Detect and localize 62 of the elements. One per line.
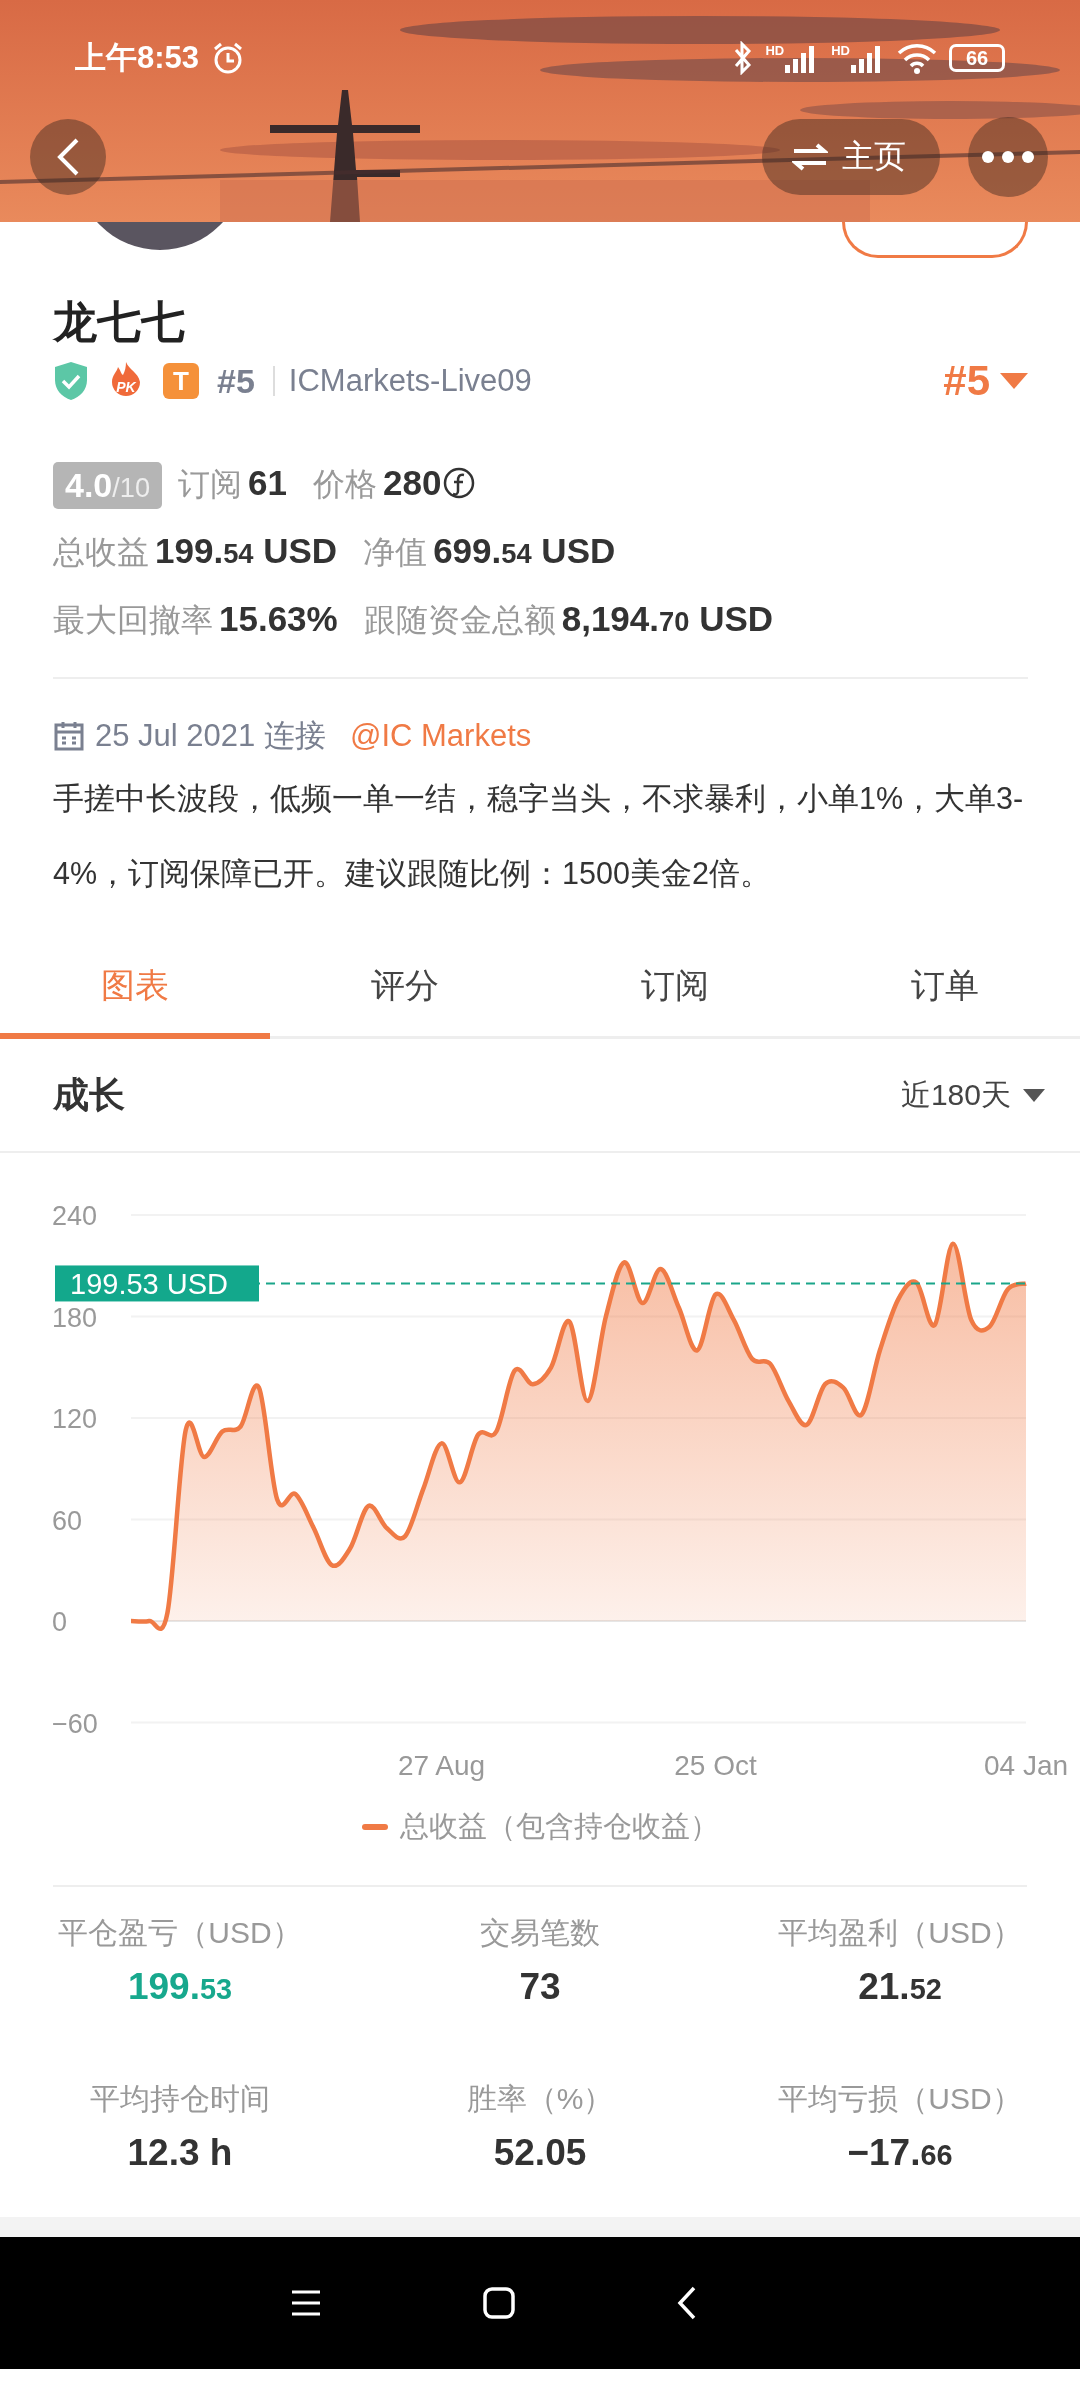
stat-value: 12.3 h [127, 2132, 233, 2174]
axis-label: −60 [52, 1708, 98, 1739]
stat-label: 胜率（%） [466, 2081, 614, 2117]
metric: 总收益 199.54 USD [53, 531, 338, 572]
tab[interactable]: 订单 [810, 939, 1080, 1039]
trader-name: 龙七七 [53, 296, 186, 348]
rank: #5 [217, 361, 255, 401]
period-dropdown[interactable]: 近180天 [900, 1074, 1045, 1116]
menu-icon [290, 2289, 322, 2317]
stat-label: 平均盈利（USD） [778, 1915, 1022, 1951]
caret-icon [1023, 1088, 1045, 1102]
rating-badge: 4.0/10 [53, 461, 163, 509]
axis-label: 25 Oct [674, 1750, 757, 1781]
axis-label: 240 [52, 1201, 98, 1231]
wifi-icon [897, 42, 937, 74]
axis-label: 04 Jan [983, 1750, 1069, 1781]
legend-label: 总收益（包含持仓收益） [399, 1809, 719, 1844]
metric: 最大回撤率 15.63% [53, 599, 338, 640]
axis-label: 0 [52, 1607, 68, 1637]
description: 手搓中长波段，低频一单一结，稳字当头，不求暴利，小单1%，大单3-4%，订阅保障已开。建议跟随比例：1500美金2倍。 [53, 780, 1025, 892]
swap-icon [792, 142, 828, 172]
status-time: 上午8:53 [75, 39, 200, 77]
home-nav-button[interactable] [482, 2286, 516, 2320]
axis-label: 27 Aug [397, 1750, 486, 1781]
axis-label: 180 [52, 1302, 98, 1333]
metric: 跟随资金总额 8,194.70 USD [363, 599, 774, 640]
stat-value: 73 [519, 1966, 561, 2008]
metric: 净值 699.54 USD [363, 531, 616, 572]
bluetooth-icon [733, 41, 754, 75]
stat-label: 平均持仓时间 [90, 2081, 270, 2117]
tab[interactable]: 订阅 [540, 939, 810, 1039]
metric: 价格 280 [313, 463, 476, 507]
battery-indicator: 66 [949, 44, 1005, 72]
server-name: ICMarkets-Live09 [288, 363, 532, 399]
caret-icon [1000, 373, 1028, 389]
more-icon [982, 151, 1034, 163]
axis-label: 120 [52, 1404, 98, 1434]
back-icon [676, 2285, 698, 2321]
joined-date: 25 Jul 2021 连接 [95, 717, 326, 755]
stat-value: 52.05 [493, 2132, 587, 2174]
section-title: 成长 [53, 1072, 125, 1117]
stat-value: −17.66 [847, 2132, 953, 2174]
back-nav-button[interactable] [676, 2285, 698, 2321]
metric: 订阅 61 [178, 463, 287, 504]
coin-icon [443, 467, 476, 499]
menu-button[interactable] [290, 2289, 322, 2317]
calendar-icon [53, 720, 85, 752]
stat-label: 平均亏损（USD） [778, 2081, 1022, 2117]
tab[interactable]: 评分 [270, 939, 540, 1039]
legend-swatch [361, 1824, 388, 1830]
stat-value: 21.52 [858, 1966, 942, 2008]
network-label: HD [765, 43, 785, 58]
network-label: HD [831, 43, 850, 58]
stat-label: 平仓盈亏（USD） [58, 1915, 302, 1951]
tier-badge: T [163, 363, 199, 399]
stat-value: 199.53 [127, 1966, 233, 2008]
home-button[interactable]: 主页 [762, 119, 940, 195]
stat-label: 交易笔数 [480, 1915, 600, 1951]
axis-label: 60 [52, 1505, 83, 1536]
square-icon [482, 2286, 516, 2320]
back-icon [55, 137, 81, 177]
shield-icon [53, 361, 89, 401]
